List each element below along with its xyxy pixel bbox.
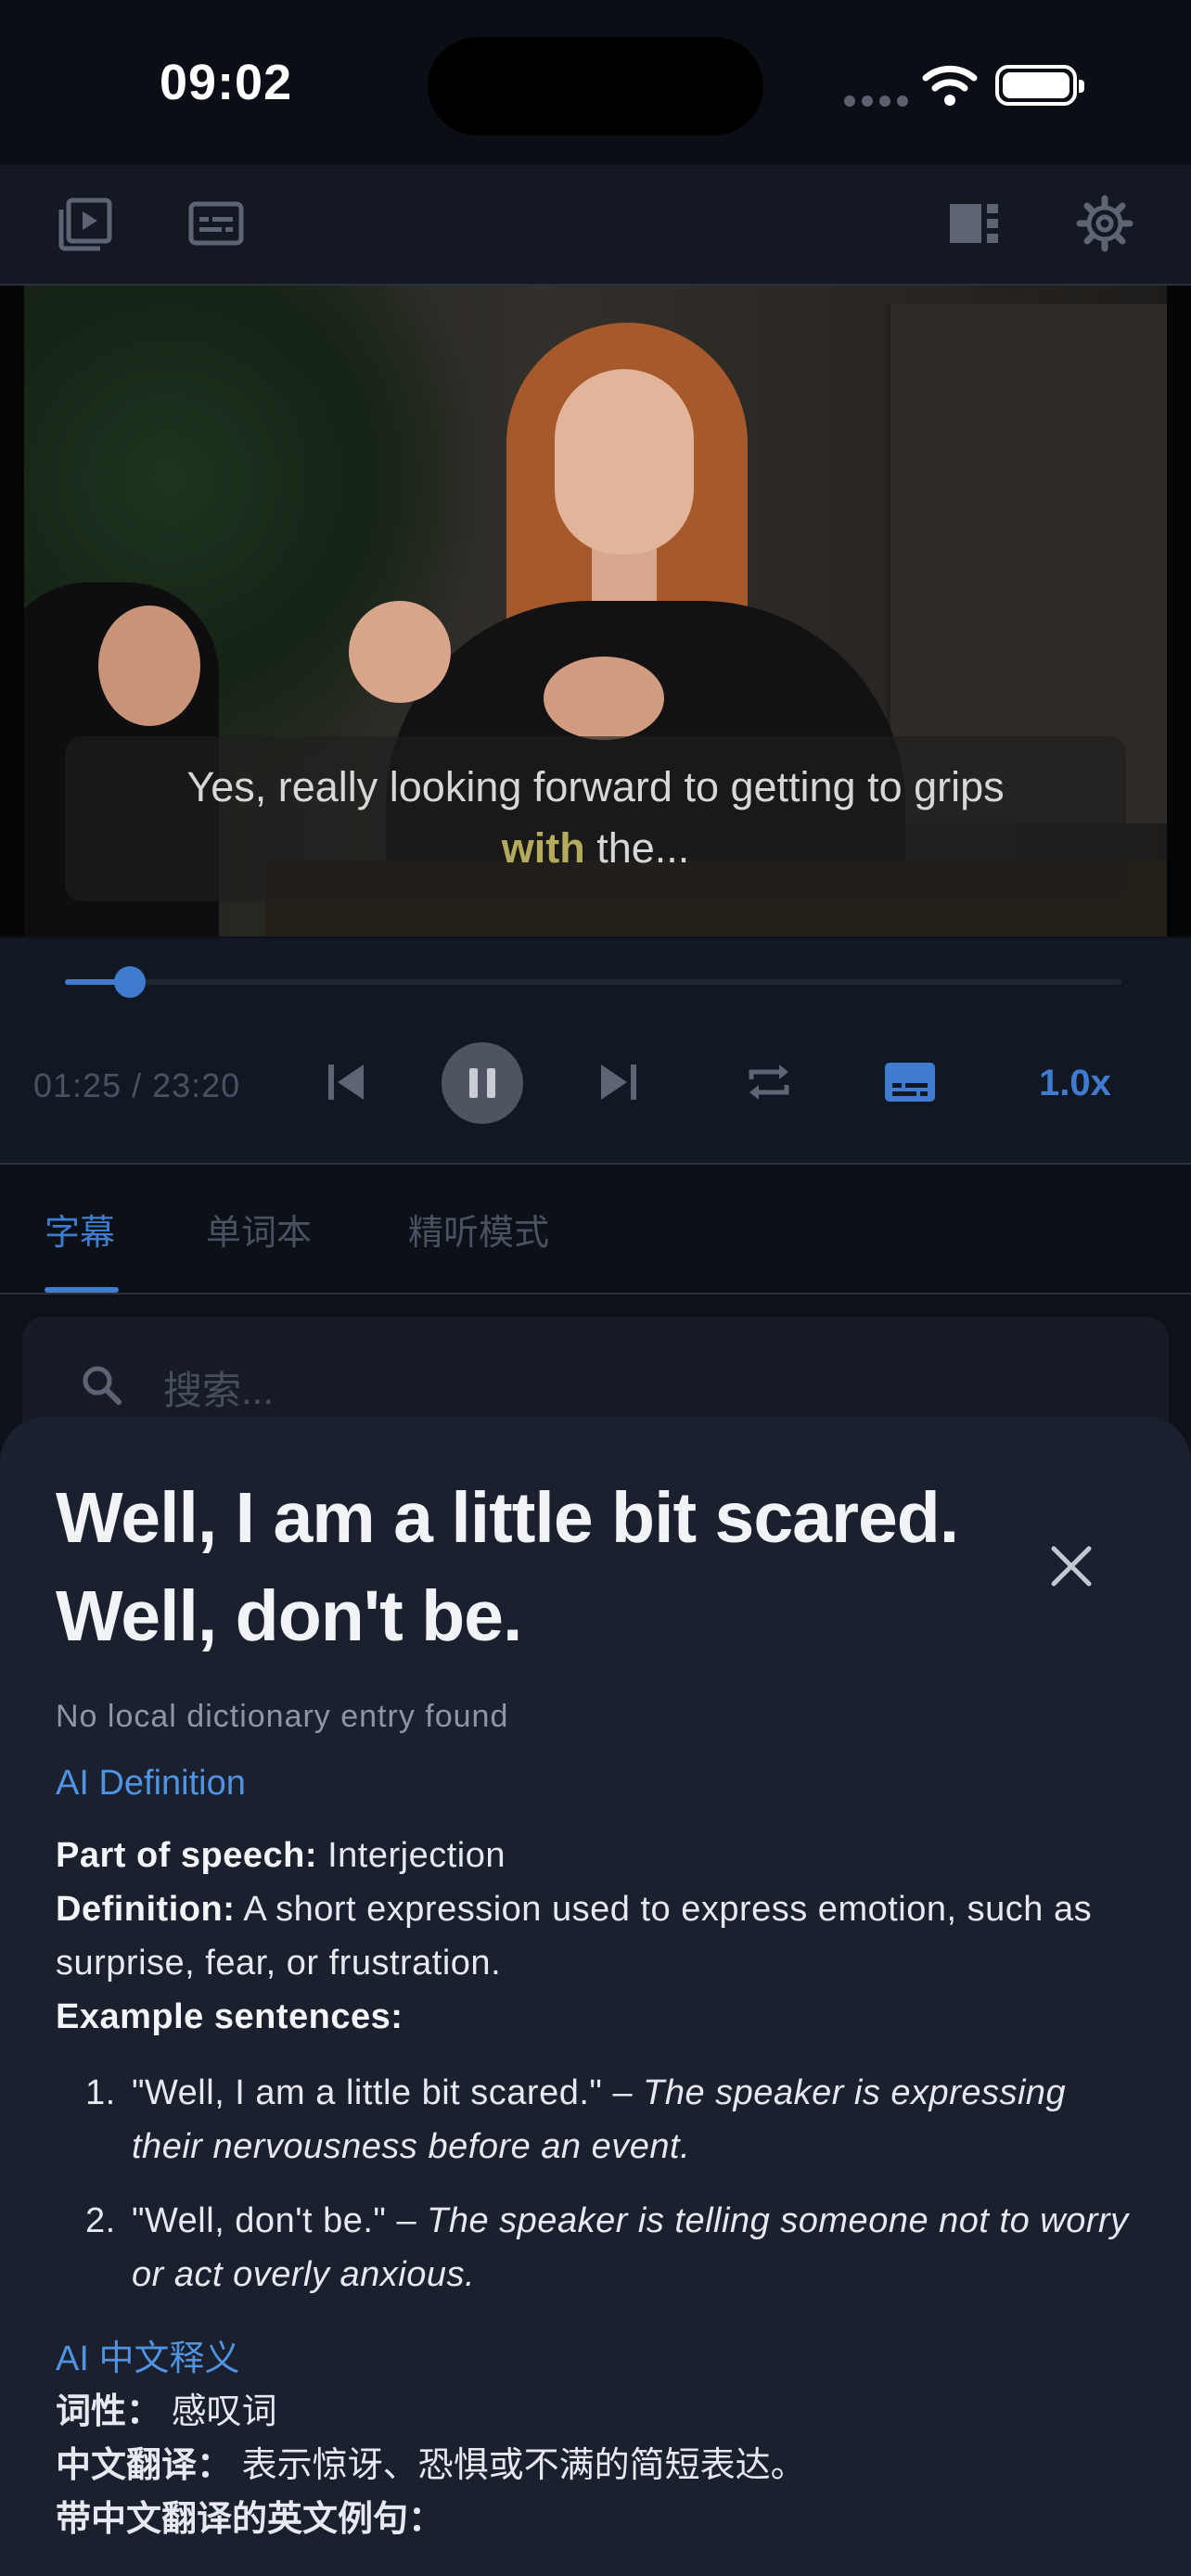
search-icon bbox=[83, 1366, 122, 1405]
next-subtitle-icon[interactable] bbox=[597, 1061, 640, 1103]
tab-subtitles[interactable]: 字幕 bbox=[45, 1204, 115, 1255]
top-toolbar bbox=[0, 165, 1191, 286]
ai-definition-heading: AI Definition bbox=[56, 1764, 246, 1803]
dynamic-island bbox=[428, 37, 763, 135]
pause-button[interactable] bbox=[442, 1042, 523, 1124]
progress-slider[interactable] bbox=[65, 966, 1122, 998]
split-view-icon[interactable] bbox=[944, 193, 1005, 254]
tab-bar: 字幕 单词本 精听模式 bbox=[0, 1165, 1191, 1294]
examples-label: Example sentences: bbox=[56, 1997, 403, 2036]
subtitle-text: Yes, really looking forward to getting t… bbox=[186, 763, 1005, 872]
cn-translation: 中文翻译： 表示惊讶、恐惧或不满的简短表达。 bbox=[56, 2446, 806, 2485]
repeat-icon[interactable] bbox=[744, 1059, 794, 1105]
player-controls: 01:25 / 23:20 1.0x bbox=[0, 938, 1191, 1165]
pause-icon bbox=[469, 1068, 495, 1098]
close-icon[interactable] bbox=[1048, 1543, 1095, 1589]
active-tab-indicator bbox=[45, 1287, 119, 1293]
subtitle-overlay[interactable]: Yes, really looking forward to getting t… bbox=[65, 736, 1126, 901]
search-input[interactable]: 搜索... bbox=[163, 1359, 274, 1416]
status-time: 09:02 bbox=[160, 55, 293, 110]
video-player-frame[interactable]: Yes, really looking forward to getting t… bbox=[0, 286, 1191, 937]
video-library-icon[interactable] bbox=[56, 193, 117, 254]
dictionary-not-found-note: No local dictionary entry found bbox=[56, 1699, 509, 1734]
settings-gear-icon[interactable] bbox=[1074, 193, 1135, 254]
subtitle-display-icon[interactable] bbox=[883, 1059, 937, 1105]
ai-chinese-heading: AI 中文释义 bbox=[56, 2340, 240, 2378]
tab-wordbook[interactable]: 单词本 bbox=[206, 1204, 312, 1255]
cn-part-of-speech: 词性： 感叹词 bbox=[56, 2392, 277, 2431]
progress-knob[interactable] bbox=[113, 966, 146, 998]
definition-text: Definition: A short expression used to e… bbox=[56, 1890, 1093, 1983]
time-readout: 01:25 / 23:20 bbox=[33, 1066, 241, 1104]
tab-intensive-listening[interactable]: 精听模式 bbox=[408, 1204, 549, 1255]
battery-icon bbox=[995, 65, 1084, 106]
cn-examples-label: 带中文翻译的英文例句： bbox=[56, 2500, 444, 2539]
definition-sheet: Well, I am a little bit scared. Well, do… bbox=[0, 1417, 1191, 2576]
cellular-signal-icon bbox=[844, 95, 915, 111]
wifi-icon bbox=[922, 65, 978, 106]
status-bar: 09:02 bbox=[0, 0, 1191, 165]
subtitle-highlighted-word[interactable]: with bbox=[502, 824, 585, 872]
sheet-title: Well, I am a little bit scared. Well, do… bbox=[56, 1478, 959, 1656]
part-of-speech: Part of speech: Interjection bbox=[56, 1836, 506, 1875]
subtitles-toggle-icon[interactable] bbox=[186, 193, 247, 254]
playback-speed-button[interactable]: 1.0x bbox=[1039, 1063, 1111, 1104]
previous-subtitle-icon[interactable] bbox=[325, 1061, 367, 1103]
